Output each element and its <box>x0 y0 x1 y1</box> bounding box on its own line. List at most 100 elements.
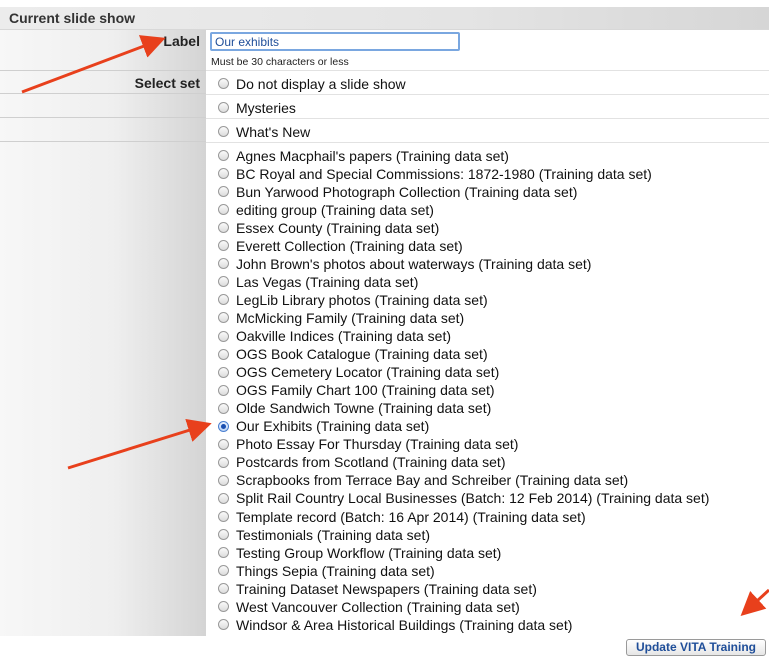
radio-button[interactable] <box>218 601 229 613</box>
slide-set-option[interactable]: Scrapbooks from Terrace Bay and Schreibe… <box>218 472 628 489</box>
slide-set-option[interactable]: Training Dataset Newspapers (Training da… <box>218 580 537 597</box>
slide-set-option[interactable]: West Vancouver Collection (Training data… <box>218 598 520 615</box>
slide-set-option[interactable]: Bun Yarwood Photograph Collection (Train… <box>218 183 577 200</box>
slide-set-option[interactable]: Las Vegas (Training data set) <box>218 273 418 290</box>
row-divider <box>206 142 769 143</box>
radio-button[interactable] <box>218 492 229 504</box>
radio-button[interactable] <box>218 583 229 595</box>
label-help-text: Must be 30 characters or less <box>211 56 349 68</box>
slide-set-option[interactable]: Photo Essay For Thursday (Training data … <box>218 436 518 453</box>
slide-set-option[interactable]: McMicking Family (Training data set) <box>218 309 464 326</box>
option-label: Bun Yarwood Photograph Collection (Train… <box>236 183 578 200</box>
radio-button[interactable] <box>218 126 229 137</box>
option-label: OGS Book Catalogue (Training data set) <box>236 346 488 363</box>
slide-set-option[interactable]: OGS Cemetery Locator (Training data set) <box>218 364 499 381</box>
slide-set-option[interactable]: Olde Sandwich Towne (Training data set) <box>218 400 491 417</box>
slide-set-option[interactable]: Testimonials (Training data set) <box>218 526 430 543</box>
option-label: Things Sepia (Training data set) <box>236 562 435 579</box>
radio-button[interactable] <box>218 547 229 559</box>
label-input[interactable] <box>210 32 460 51</box>
option-label: John Brown's photos about waterways (Tra… <box>236 255 592 272</box>
option-label: Split Rail Country Local Businesses (Bat… <box>236 490 710 507</box>
option-label: Windsor & Area Historical Buildings (Tra… <box>236 616 573 633</box>
radio-button[interactable] <box>218 438 229 450</box>
radio-button[interactable] <box>218 366 229 378</box>
section-header: Current slide show <box>0 7 769 30</box>
option-label: Postcards from Scotland (Training data s… <box>236 454 506 471</box>
slide-set-option[interactable]: Things Sepia (Training data set) <box>218 562 435 579</box>
radio-button[interactable] <box>218 276 229 288</box>
slide-set-option[interactable]: OGS Family Chart 100 (Training data set) <box>218 382 495 399</box>
option-label: Our Exhibits (Training data set) <box>236 418 430 435</box>
radio-button-checked[interactable] <box>218 420 229 432</box>
slide-set-option[interactable]: Agnes Macphail's papers (Training data s… <box>218 147 509 164</box>
radio-button[interactable] <box>218 529 229 541</box>
radio-button[interactable] <box>218 474 229 486</box>
option-label: Scrapbooks from Terrace Bay and Schreibe… <box>236 472 629 489</box>
option-label: Essex County (Training data set) <box>236 219 440 236</box>
slide-set-option[interactable]: What's New <box>218 123 310 140</box>
option-label: West Vancouver Collection (Training data… <box>236 598 520 615</box>
option-label: Everett Collection (Training data set) <box>236 237 463 254</box>
option-label: Testimonials (Training data set) <box>236 526 431 543</box>
radio-button[interactable] <box>218 619 229 631</box>
option-label: OGS Cemetery Locator (Training data set) <box>236 364 500 381</box>
option-label: editing group (Training data set) <box>236 201 434 218</box>
option-label: Oakville Indices (Training data set) <box>236 328 452 344</box>
row-divider <box>206 118 769 119</box>
update-vita-training-button[interactable]: Update VITA Training <box>626 639 766 656</box>
radio-button[interactable] <box>218 330 229 342</box>
radio-button[interactable] <box>218 168 229 180</box>
option-label: OGS Family Chart 100 (Training data set) <box>236 382 495 399</box>
radio-button[interactable] <box>218 186 229 198</box>
slide-set-option[interactable]: Windsor & Area Historical Buildings (Tra… <box>218 616 572 633</box>
slide-set-option[interactable]: LegLib Library photos (Training data set… <box>218 291 488 308</box>
option-label: What's New <box>236 123 311 140</box>
option-label: Training Dataset Newspapers (Training da… <box>236 580 537 597</box>
option-label: McMicking Family (Training data set) <box>236 309 465 326</box>
select-set-label: Select set <box>134 75 200 91</box>
radio-button[interactable] <box>218 222 229 234</box>
label-row-blank-2 <box>0 118 206 142</box>
slide-set-option[interactable]: Oakville Indices (Training data set) <box>218 328 451 345</box>
radio-button[interactable] <box>218 102 229 113</box>
radio-button[interactable] <box>218 204 229 216</box>
slide-set-option[interactable]: BC Royal and Special Commissions: 1872-1… <box>218 165 652 182</box>
slide-set-option[interactable]: Essex County (Training data set) <box>218 219 439 236</box>
slide-set-option[interactable]: Postcards from Scotland (Training data s… <box>218 454 506 471</box>
option-label: Agnes Macphail's papers (Training data s… <box>236 147 509 164</box>
option-label: LegLib Library photos (Training data set… <box>236 291 488 308</box>
label-row-blank-1 <box>0 94 206 118</box>
option-label: Mysteries <box>236 99 296 116</box>
slide-set-option[interactable]: Everett Collection (Training data set) <box>218 237 463 254</box>
option-label: Do not display a slide show <box>236 75 406 92</box>
radio-button[interactable] <box>218 456 229 468</box>
radio-button[interactable] <box>218 150 229 161</box>
row-divider <box>206 94 769 95</box>
slide-set-option[interactable]: John Brown's photos about waterways (Tra… <box>218 255 591 272</box>
radio-button[interactable] <box>218 348 229 360</box>
option-label: Olde Sandwich Towne (Training data set) <box>236 400 492 417</box>
radio-button[interactable] <box>218 294 229 306</box>
option-label: Testing Group Workflow (Training data se… <box>236 544 502 561</box>
radio-button[interactable] <box>218 240 229 252</box>
slide-set-option[interactable]: Do not display a slide show <box>218 75 406 92</box>
radio-button[interactable] <box>218 565 229 577</box>
slide-set-option[interactable]: Mysteries <box>218 99 296 116</box>
radio-button[interactable] <box>218 312 229 324</box>
radio-button[interactable] <box>218 384 229 396</box>
slide-set-option[interactable]: Split Rail Country Local Businesses (Bat… <box>218 490 709 507</box>
label-row-label: Label <box>0 30 206 71</box>
radio-button[interactable] <box>218 258 229 270</box>
slide-set-option[interactable]: Our Exhibits (Training data set) <box>218 418 429 435</box>
slide-set-option[interactable]: editing group (Training data set) <box>218 201 434 218</box>
label-column: Label Select set <box>0 30 206 636</box>
slide-set-option[interactable]: OGS Book Catalogue (Training data set) <box>218 346 488 363</box>
radio-button[interactable] <box>218 511 229 522</box>
slide-set-option[interactable]: Template record (Batch: 16 Apr 2014) (Tr… <box>218 508 586 525</box>
option-label: Las Vegas (Training data set) <box>236 273 419 290</box>
radio-button[interactable] <box>218 78 229 89</box>
annotation-arrow <box>740 588 769 617</box>
radio-button[interactable] <box>218 402 229 414</box>
slide-set-option[interactable]: Testing Group Workflow (Training data se… <box>218 544 501 561</box>
